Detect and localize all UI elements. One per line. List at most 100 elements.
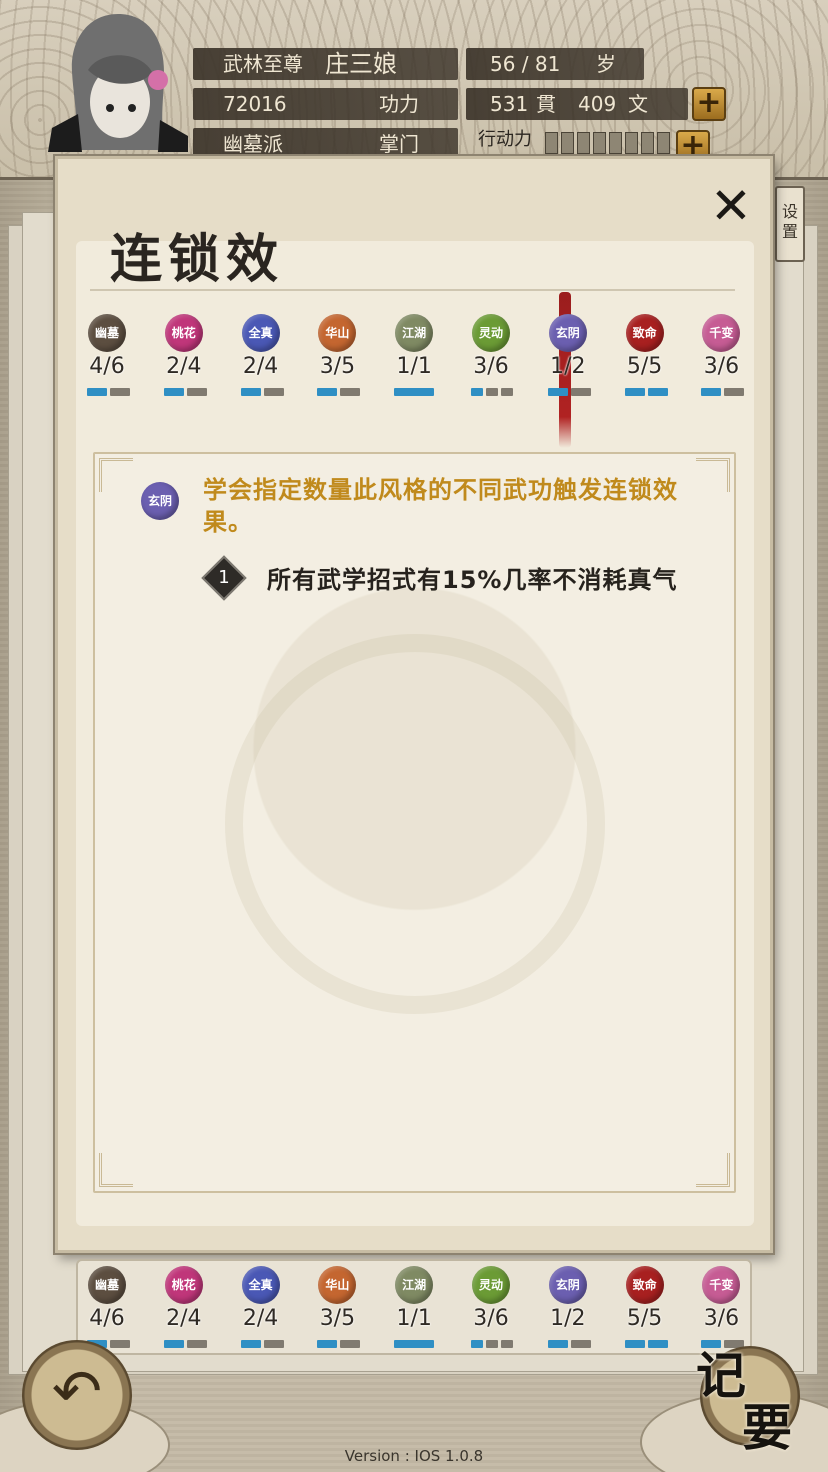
style-badge: 幽墓	[88, 1266, 126, 1304]
style-badge: 华山	[318, 314, 357, 352]
settings-tab[interactable]: 设置	[775, 186, 805, 262]
progress-segment	[570, 388, 591, 396]
style-badge: 灵动	[472, 1266, 510, 1304]
style-progress	[394, 388, 435, 396]
chain-style-item[interactable]: 江湖 1/1	[375, 314, 451, 414]
progress-segment	[486, 1340, 498, 1348]
progress-segment	[240, 1340, 261, 1348]
style-badge: 全真	[241, 1266, 280, 1304]
progress-segment	[471, 388, 483, 396]
progress-segment	[501, 388, 513, 396]
style-progress	[471, 1340, 513, 1348]
style-count: 5/5	[626, 354, 663, 379]
style-progress	[163, 1340, 207, 1348]
chain-style-item[interactable]: 华山 3/5	[298, 314, 374, 414]
chain-style-item[interactable]: 桃花 2/4	[145, 1266, 221, 1366]
style-count: 3/6	[473, 354, 509, 379]
progress-segment	[186, 388, 207, 396]
style-progress	[240, 1340, 284, 1348]
style-progress	[701, 388, 745, 396]
style-count: 3/6	[473, 1306, 509, 1331]
style-count: 2/4	[242, 1306, 279, 1331]
plus-icon: +	[696, 85, 722, 120]
style-count: 4/6	[89, 1306, 125, 1331]
style-progress	[394, 1340, 435, 1348]
close-button[interactable]: ✕	[706, 181, 756, 233]
name-row: 武林至尊 庄三娘	[193, 48, 458, 80]
style-badge: 玄阴	[548, 1266, 587, 1304]
progress-segment	[263, 388, 284, 396]
notes-button[interactable]: 记 要	[694, 1336, 808, 1457]
chain-style-item[interactable]: 全真 2/4	[222, 1266, 298, 1366]
action-label-box: 行动力	[466, 124, 544, 156]
effect-number-badge: 1	[201, 555, 247, 601]
chain-style-item[interactable]: 江湖 1/1	[375, 1266, 451, 1366]
progress-segment	[186, 1340, 207, 1348]
style-badge: 致命	[625, 314, 664, 352]
progress-segment	[110, 1340, 130, 1348]
chain-style-item[interactable]: 千变 3/6	[682, 314, 758, 414]
power-row: 72016 功力	[193, 88, 458, 120]
progress-segment	[163, 1340, 184, 1348]
back-button[interactable]: ↶	[22, 1340, 132, 1450]
dialog-title: 连锁效	[110, 229, 285, 290]
style-badge: 桃花	[164, 314, 203, 352]
corner-ornament	[99, 1153, 133, 1187]
style-badge: 玄阴	[548, 314, 587, 352]
chain-description: 学会指定数量此风格的不同武功触发连锁效果。	[203, 476, 678, 536]
style-progress	[547, 388, 591, 396]
chain-style-item[interactable]: 华山 3/5	[298, 1266, 374, 1366]
style-badge: 千变	[702, 1266, 741, 1304]
style-badge: 千变	[702, 314, 741, 352]
style-progress	[317, 1340, 361, 1348]
style-count: 3/5	[319, 1306, 356, 1331]
chain-style-item[interactable]: 灵动 3/6	[452, 314, 528, 414]
style-badge-xuanyin: 玄阴	[141, 482, 179, 520]
progress-segment	[501, 1340, 513, 1348]
progress-segment	[547, 1340, 568, 1348]
power-value: 72016	[223, 92, 287, 116]
style-badge: 江湖	[395, 314, 434, 352]
add-money-button[interactable]: +	[692, 87, 726, 121]
style-badge: 江湖	[395, 1266, 434, 1304]
style-badge: 全真	[241, 314, 280, 352]
progress-segment	[570, 1340, 591, 1348]
chain-style-item[interactable]: 玄阴 1/2	[529, 1266, 605, 1366]
style-progress	[471, 388, 513, 396]
progress-segment	[647, 388, 668, 396]
style-count: 1/2	[550, 1306, 586, 1331]
chain-style-item[interactable]: 灵动 3/6	[452, 1266, 528, 1366]
progress-segment	[394, 1340, 435, 1348]
style-count: 1/1	[396, 1306, 432, 1331]
style-count: 3/5	[319, 354, 356, 379]
chain-style-item[interactable]: 幽墓 4/6	[68, 314, 144, 414]
progress-segment	[110, 388, 130, 396]
chain-style-item[interactable]: 玄阴 1/2	[529, 314, 605, 414]
progress-segment	[647, 1340, 668, 1348]
progress-segment	[317, 1340, 338, 1348]
notes-label-1: 记	[696, 1346, 746, 1405]
progress-segment	[87, 388, 107, 396]
style-count: 4/6	[89, 354, 125, 379]
chain-style-row-bottom: 幽墓 4/6 桃花 2/4 全真 2/4 华山 3/5 江湖 1/1 灵动 3/6 玄阴 1/2 致命 5/5…	[68, 1266, 760, 1366]
corner-ornament	[696, 1153, 730, 1187]
character-portrait[interactable]	[48, 10, 188, 152]
title-divider	[90, 289, 735, 291]
effect-number: 1	[218, 567, 230, 588]
progress-segment	[701, 388, 722, 396]
style-progress	[87, 388, 130, 396]
character-name: 庄三娘	[325, 50, 397, 78]
money-guan-unit: 貫	[536, 92, 556, 116]
style-badge: 致命	[625, 1266, 664, 1304]
money-guan: 531	[490, 92, 529, 116]
dragon-watermark	[225, 634, 605, 1014]
money-wen: 409	[578, 92, 617, 116]
chain-style-item[interactable]: 桃花 2/4	[145, 314, 221, 414]
power-label: 功力	[379, 92, 419, 116]
progress-segment	[624, 388, 645, 396]
chain-style-item[interactable]: 全真 2/4	[222, 314, 298, 414]
style-progress	[624, 388, 668, 396]
chain-style-item[interactable]: 致命 5/5	[606, 314, 682, 414]
progress-segment	[486, 388, 498, 396]
chain-style-item[interactable]: 致命 5/5	[606, 1266, 682, 1366]
